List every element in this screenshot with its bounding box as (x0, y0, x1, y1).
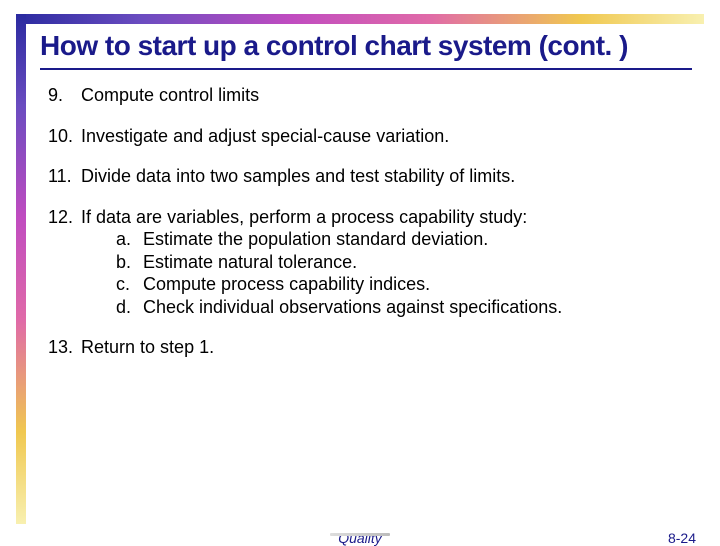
list-item: 9. Compute control limits (48, 84, 700, 107)
list-item: 11. Divide data into two samples and tes… (48, 165, 700, 188)
sub-letter: c. (116, 273, 138, 296)
title-underline (40, 68, 692, 70)
item-number: 11. (48, 165, 76, 188)
item-text: Return to step 1. (81, 337, 214, 357)
content-area: How to start up a control chart system (… (40, 30, 700, 359)
sub-text: Check individual observations against sp… (143, 297, 562, 317)
body-list: 9. Compute control limits 10. Investigat… (40, 84, 700, 359)
list-item: 13. Return to step 1. (48, 336, 700, 359)
list-item: 12. If data are variables, perform a pro… (48, 206, 700, 319)
sub-text: Compute process capability indices. (143, 274, 430, 294)
slide-title: How to start up a control chart system (… (40, 30, 700, 62)
slide: How to start up a control chart system (… (0, 0, 720, 540)
top-gradient-bar (16, 14, 704, 24)
item-text: Investigate and adjust special-cause var… (81, 126, 449, 146)
item-text: If data are variables, perform a process… (81, 207, 527, 227)
item-number: 12. (48, 206, 76, 229)
item-text: Divide data into two samples and test st… (81, 166, 515, 186)
sub-letter: d. (116, 296, 138, 319)
left-gradient-bar (16, 14, 26, 524)
footer-bar (330, 533, 390, 536)
item-number: 9. (48, 84, 76, 107)
sub-item: c. Compute process capability indices. (116, 273, 700, 296)
sub-text: Estimate natural tolerance. (143, 252, 357, 272)
item-number: 13. (48, 336, 76, 359)
sub-text: Estimate the population standard deviati… (143, 229, 488, 249)
item-text: Compute control limits (81, 85, 259, 105)
sub-item: a. Estimate the population standard devi… (116, 228, 700, 251)
item-number: 10. (48, 125, 76, 148)
sublist: a. Estimate the population standard devi… (48, 228, 700, 318)
sub-item: d. Check individual observations against… (116, 296, 700, 319)
sub-item: b. Estimate natural tolerance. (116, 251, 700, 274)
sub-letter: a. (116, 228, 138, 251)
sub-letter: b. (116, 251, 138, 274)
list-item: 10. Investigate and adjust special-cause… (48, 125, 700, 148)
footer-page-number: 8-24 (668, 530, 696, 546)
